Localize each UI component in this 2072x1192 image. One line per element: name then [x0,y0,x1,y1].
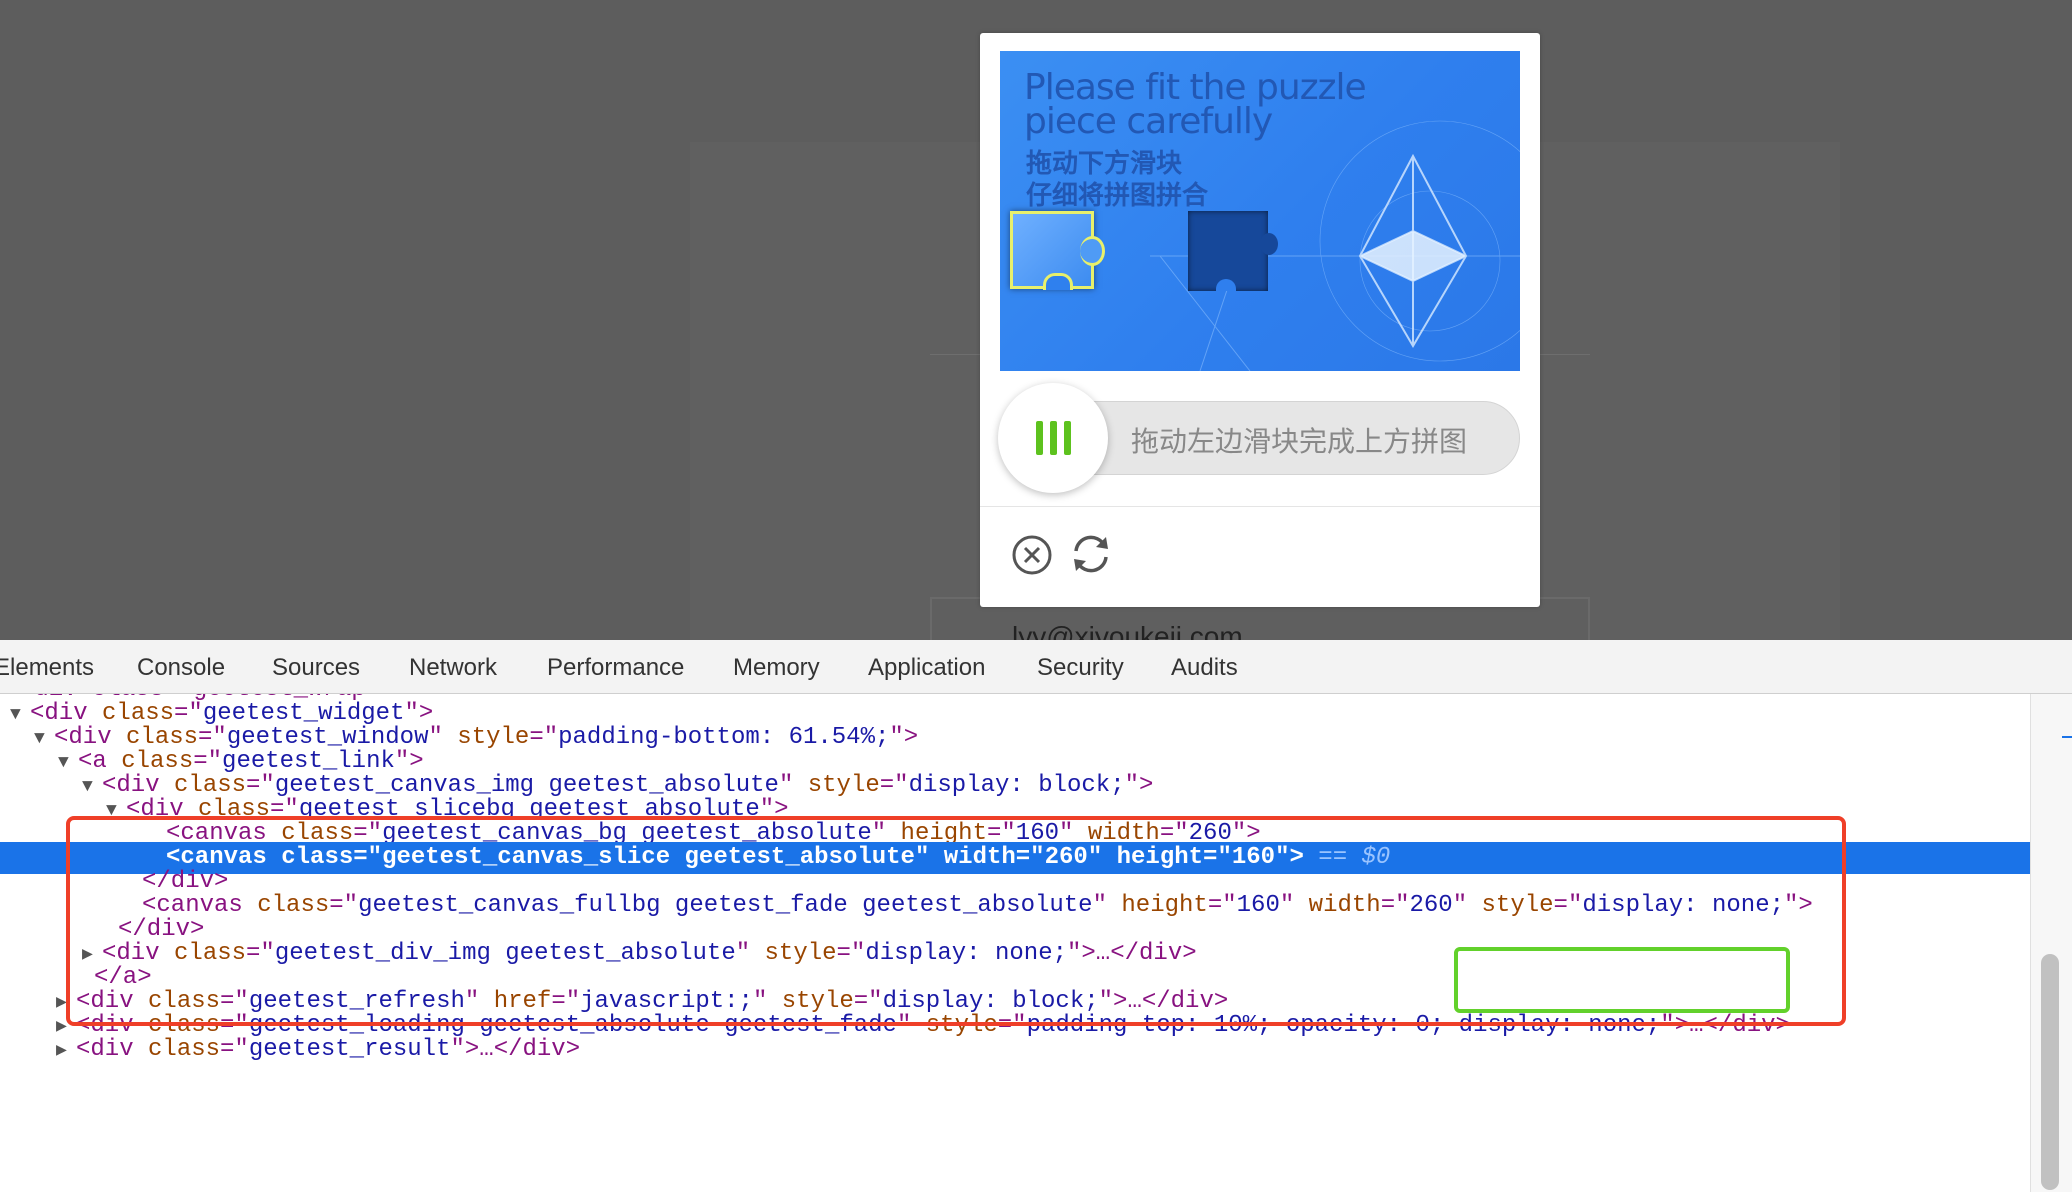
puzzle-hint-english: Please fit the puzzle piece carefully [1024,67,1367,142]
tab-performance[interactable]: Performance [547,654,684,682]
puzzle-target-slot [1188,211,1278,291]
puzzle-hint-chinese: 拖动下方滑块 仔细将拼图拼合 [1026,147,1208,211]
tab-security[interactable]: Security [1037,654,1124,682]
tab-memory[interactable]: Memory [733,654,820,682]
tab-console[interactable]: Console [137,654,225,682]
slider-handle[interactable] [998,383,1108,493]
puzzle-image: Please fit the puzzle piece carefully 拖动… [1000,51,1520,371]
puzzle-piece [1010,211,1105,290]
panel-edge-marker [2062,736,2072,738]
attr-name: class [133,1036,221,1063]
expand-toggle-icon[interactable]: ▶ [56,1035,76,1067]
tab-sources[interactable]: Sources [272,654,360,682]
attr-quote: " [450,1036,465,1063]
tab-network[interactable]: Network [409,654,497,682]
tab-application[interactable]: Application [868,654,985,682]
devtools-panel: Elements Console Sources Network Perform… [0,640,2072,1192]
refresh-icon[interactable] [1068,531,1114,577]
attr-eq: =" [220,1036,249,1063]
tab-elements[interactable]: Elements [0,654,94,682]
captcha-dialog: Please fit the puzzle piece carefully 拖动… [980,33,1540,607]
elements-dom-tree[interactable]: <div class="geetest_wrap">▼<div class="g… [0,694,2030,1192]
tag-open: <div [76,1036,134,1063]
puzzle-hint-chinese-line2: 仔细将拼图拼合 [1026,180,1209,210]
dom-tree-scrollbar[interactable] [2030,694,2072,1192]
slider-instruction: 拖动左边滑块完成上方拼图 [1131,426,1468,457]
dom-line[interactable]: ▶ <div class="geetest_result">…</div> [0,1034,2030,1066]
puzzle-hint-chinese-line1: 拖动下方滑块 [1026,148,1183,178]
scrollbar-thumb[interactable] [2041,954,2059,1190]
captcha-footer-divider [980,506,1540,507]
tag-close: >…</div> [464,1036,581,1063]
close-circle-icon[interactable] [1010,533,1054,577]
drag-handle-icon [1036,421,1072,455]
devtools-tabbar: Elements Console Sources Network Perform… [0,640,2072,694]
tab-audits[interactable]: Audits [1171,654,1238,682]
attr-value: geetest_result [248,1036,451,1063]
